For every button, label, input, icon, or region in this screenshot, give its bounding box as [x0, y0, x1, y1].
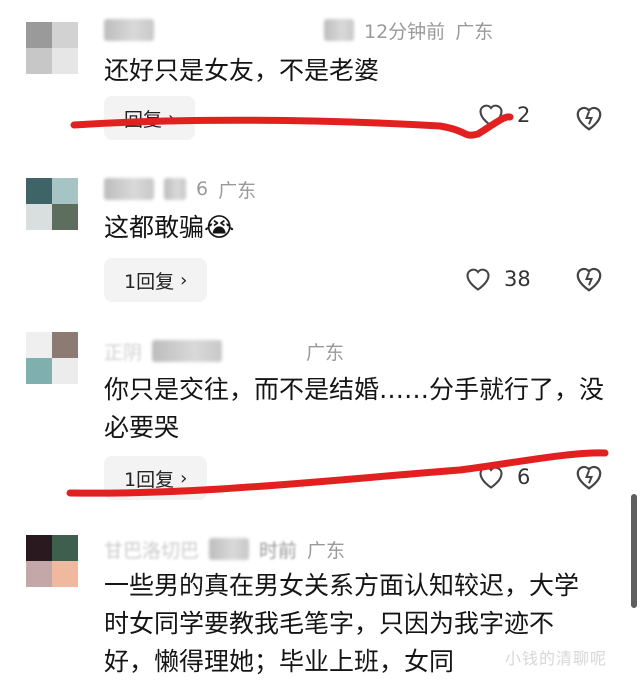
watermark: 小钱的清聊呢: [505, 649, 608, 668]
comment-region: 广东: [307, 539, 346, 562]
dislike-icon[interactable]: [574, 264, 604, 294]
username-blurred: [324, 19, 354, 41]
like-count: 6: [517, 465, 531, 489]
like-count: 2: [517, 103, 531, 127]
comment-meta: 甘巴洛切巴 时前 广东: [104, 536, 345, 562]
username-blurred: [152, 340, 223, 362]
comment-meta: 正阴 广东: [104, 338, 344, 364]
avatar[interactable]: [26, 332, 78, 384]
avatar[interactable]: [26, 178, 78, 230]
reply-button[interactable]: 1回复 ›: [104, 456, 208, 500]
chevron-right-icon: ›: [180, 269, 188, 291]
dislike-icon[interactable]: [574, 462, 604, 492]
avatar[interactable]: [26, 535, 78, 587]
like-button[interactable]: 2: [477, 102, 530, 128]
reply-button[interactable]: 回复 ›: [104, 96, 196, 140]
username[interactable]: 正阴: [104, 338, 142, 365]
username-blurred: [209, 538, 250, 560]
like-count: 38: [504, 267, 531, 291]
reply-button[interactable]: 1回复 ›: [104, 258, 208, 302]
comment-time: 12分钟前: [364, 20, 446, 43]
heart-icon: [479, 466, 503, 489]
like-button[interactable]: 6: [477, 464, 530, 490]
username-blurred: [164, 178, 186, 200]
comment-text-row: 这都敢骗😭: [104, 209, 604, 247]
crying-emoji-icon: 😭: [204, 213, 235, 243]
comment-text: 这都敢骗: [104, 213, 205, 242]
comment-text: 还好只是女友，不是老婆: [104, 56, 380, 85]
heart-icon: [466, 268, 490, 291]
dislike-icon[interactable]: [574, 103, 604, 133]
comment-text: 你只是交往，而不是结婚……分手就行了，没必要哭: [104, 375, 605, 442]
username[interactable]: 甘巴洛切巴: [104, 536, 199, 563]
comment-meta: 12分钟前 广东: [104, 17, 493, 43]
username-blurred[interactable]: [104, 19, 154, 41]
comment-meta: 6 广东: [104, 176, 256, 202]
reply-label: 1回复: [124, 468, 175, 491]
scrollbar[interactable]: [631, 494, 637, 608]
chevron-right-icon: ›: [168, 107, 176, 129]
comment-region: 广东: [306, 341, 345, 364]
username-blurred[interactable]: [104, 178, 154, 200]
comment-time: 6: [196, 178, 209, 200]
comment-region: 广东: [218, 179, 257, 202]
reply-label: 回复: [124, 108, 163, 131]
heart-icon: [479, 104, 503, 127]
avatar[interactable]: [26, 22, 78, 74]
chevron-right-icon: ›: [180, 467, 188, 489]
reply-label: 1回复: [124, 270, 175, 293]
comment-time: 时前: [259, 539, 298, 562]
comment-region: 广东: [455, 20, 494, 43]
like-button[interactable]: 38: [464, 266, 531, 292]
